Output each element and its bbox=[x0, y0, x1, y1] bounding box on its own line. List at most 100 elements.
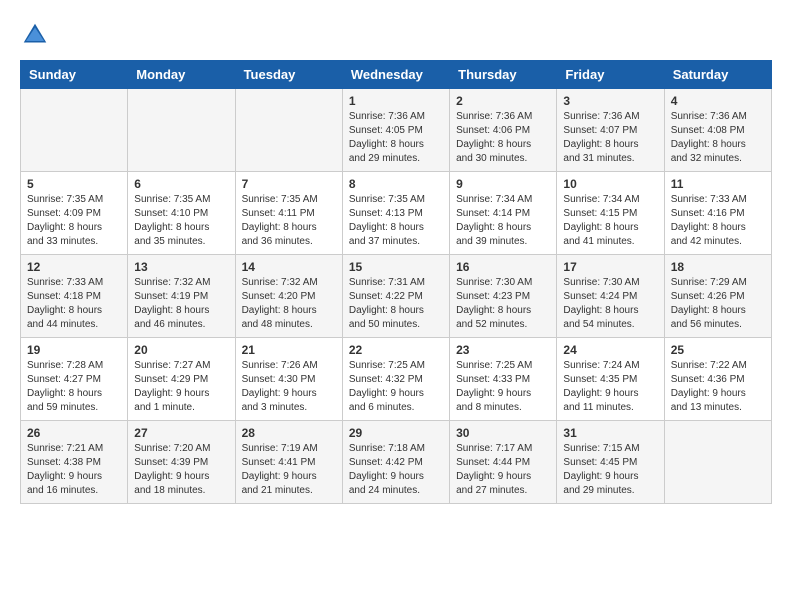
day-number: 9 bbox=[456, 177, 550, 191]
day-number: 17 bbox=[563, 260, 657, 274]
calendar-week-1: 1Sunrise: 7:36 AM Sunset: 4:05 PM Daylig… bbox=[21, 89, 772, 172]
calendar-cell bbox=[235, 89, 342, 172]
calendar-cell: 17Sunrise: 7:30 AM Sunset: 4:24 PM Dayli… bbox=[557, 255, 664, 338]
weekday-header-wednesday: Wednesday bbox=[342, 61, 449, 89]
day-number: 27 bbox=[134, 426, 228, 440]
day-number: 7 bbox=[242, 177, 336, 191]
day-number: 15 bbox=[349, 260, 443, 274]
calendar-cell: 19 Sunrise: 7:28 AM Sunset: 4:27 PM Dayli… bbox=[21, 338, 128, 421]
weekday-header-friday: Friday bbox=[557, 61, 664, 89]
weekday-header-monday: Monday bbox=[128, 61, 235, 89]
day-info: Sunrise: 7:33 AM Sunset: 4:16 PM Dayligh… bbox=[671, 193, 765, 249]
day-number: 21 bbox=[242, 343, 336, 357]
day-info: Sunrise: 7:19 AM Sunset: 4:41 PM Dayligh… bbox=[242, 442, 336, 498]
day-info: Sunrise: 7:24 AM Sunset: 4:35 PM Dayligh… bbox=[563, 359, 657, 415]
day-info: Sunrise: 7:17 AM Sunset: 4:44 PM Dayligh… bbox=[456, 442, 550, 498]
weekday-header-saturday: Saturday bbox=[664, 61, 771, 89]
calendar-cell: 25Sunrise: 7:22 AM Sunset: 4:36 PM Dayli… bbox=[664, 338, 771, 421]
day-number: 1 bbox=[349, 94, 443, 108]
calendar-cell bbox=[21, 89, 128, 172]
day-info: Sunrise: 7:36 AM Sunset: 4:08 PM Dayligh… bbox=[671, 110, 765, 166]
calendar-cell: 8Sunrise: 7:35 AM Sunset: 4:13 PM Daylig… bbox=[342, 172, 449, 255]
day-number: 29 bbox=[349, 426, 443, 440]
day-number: 8 bbox=[349, 177, 443, 191]
calendar-cell: 31 Sunrise: 7:15 AM Sunset: 4:45 PM Dayli… bbox=[557, 421, 664, 504]
calendar-cell: 10 Sunrise: 7:34 AM Sunset: 4:15 PM Dayli… bbox=[557, 172, 664, 255]
day-info: Sunrise: 7:31 AM Sunset: 4:22 PM Dayligh… bbox=[349, 276, 443, 332]
day-number: 19 bbox=[27, 343, 121, 357]
day-info: Sunrise: 7:21 AM Sunset: 4:38 PM Dayligh… bbox=[27, 442, 121, 498]
calendar-cell: 13Sunrise: 7:32 AM Sunset: 4:19 PM Dayli… bbox=[128, 255, 235, 338]
day-number: 11 bbox=[671, 177, 765, 191]
calendar-cell: 5Sunrise: 7:35 AM Sunset: 4:09 PM Daylig… bbox=[21, 172, 128, 255]
day-info: Sunrise: 7:36 AM Sunset: 4:07 PM Dayligh… bbox=[563, 110, 657, 166]
calendar-cell: 20Sunrise: 7:27 AM Sunset: 4:29 PM Dayli… bbox=[128, 338, 235, 421]
calendar-cell: 21 Sunrise: 7:26 AM Sunset: 4:30 PM Dayli… bbox=[235, 338, 342, 421]
page-header bbox=[20, 20, 772, 50]
day-info: Sunrise: 7:25 AM Sunset: 4:32 PM Dayligh… bbox=[349, 359, 443, 415]
day-info: Sunrise: 7:33 AM Sunset: 4:18 PM Dayligh… bbox=[27, 276, 121, 332]
day-number: 26 bbox=[27, 426, 121, 440]
day-info: Sunrise: 7:32 AM Sunset: 4:20 PM Dayligh… bbox=[242, 276, 336, 332]
day-number: 25 bbox=[671, 343, 765, 357]
day-number: 22 bbox=[349, 343, 443, 357]
day-number: 28 bbox=[242, 426, 336, 440]
calendar-cell: 15 Sunrise: 7:31 AM Sunset: 4:22 PM Dayli… bbox=[342, 255, 449, 338]
calendar-table: SundayMondayTuesdayWednesdayThursdayFrid… bbox=[20, 60, 772, 504]
day-number: 12 bbox=[27, 260, 121, 274]
day-info: Sunrise: 7:34 AM Sunset: 4:15 PM Dayligh… bbox=[563, 193, 657, 249]
calendar-cell: 7 Sunrise: 7:35 AM Sunset: 4:11 PM Daylig… bbox=[235, 172, 342, 255]
day-info: Sunrise: 7:26 AM Sunset: 4:30 PM Dayligh… bbox=[242, 359, 336, 415]
day-number: 31 bbox=[563, 426, 657, 440]
day-number: 10 bbox=[563, 177, 657, 191]
calendar-cell: 4Sunrise: 7:36 AM Sunset: 4:08 PM Daylig… bbox=[664, 89, 771, 172]
calendar-cell bbox=[664, 421, 771, 504]
day-number: 3 bbox=[563, 94, 657, 108]
calendar-cell: 18 Sunrise: 7:29 AM Sunset: 4:26 PM Dayli… bbox=[664, 255, 771, 338]
calendar-cell: 16 Sunrise: 7:30 AM Sunset: 4:23 PM Dayli… bbox=[450, 255, 557, 338]
calendar-cell: 2Sunrise: 7:36 AM Sunset: 4:06 PM Daylig… bbox=[450, 89, 557, 172]
calendar-cell: 23 Sunrise: 7:25 AM Sunset: 4:33 PM Dayli… bbox=[450, 338, 557, 421]
calendar-cell: 28 Sunrise: 7:19 AM Sunset: 4:41 PM Dayli… bbox=[235, 421, 342, 504]
weekday-header-tuesday: Tuesday bbox=[235, 61, 342, 89]
calendar-cell: 22 Sunrise: 7:25 AM Sunset: 4:32 PM Dayli… bbox=[342, 338, 449, 421]
weekday-header-thursday: Thursday bbox=[450, 61, 557, 89]
day-info: Sunrise: 7:29 AM Sunset: 4:26 PM Dayligh… bbox=[671, 276, 765, 332]
day-info: Sunrise: 7:15 AM Sunset: 4:45 PM Dayligh… bbox=[563, 442, 657, 498]
calendar-cell: 24Sunrise: 7:24 AM Sunset: 4:35 PM Dayli… bbox=[557, 338, 664, 421]
calendar-header: SundayMondayTuesdayWednesdayThursdayFrid… bbox=[21, 61, 772, 89]
calendar-cell: 3 Sunrise: 7:36 AM Sunset: 4:07 PM Daylig… bbox=[557, 89, 664, 172]
calendar-cell: 12 Sunrise: 7:33 AM Sunset: 4:18 PM Dayli… bbox=[21, 255, 128, 338]
day-number: 30 bbox=[456, 426, 550, 440]
day-number: 18 bbox=[671, 260, 765, 274]
day-number: 14 bbox=[242, 260, 336, 274]
calendar-body: 1Sunrise: 7:36 AM Sunset: 4:05 PM Daylig… bbox=[21, 89, 772, 504]
weekday-header-row: SundayMondayTuesdayWednesdayThursdayFrid… bbox=[21, 61, 772, 89]
day-info: Sunrise: 7:34 AM Sunset: 4:14 PM Dayligh… bbox=[456, 193, 550, 249]
day-info: Sunrise: 7:36 AM Sunset: 4:06 PM Dayligh… bbox=[456, 110, 550, 166]
day-number: 16 bbox=[456, 260, 550, 274]
calendar-cell: 1Sunrise: 7:36 AM Sunset: 4:05 PM Daylig… bbox=[342, 89, 449, 172]
calendar-cell: 9 Sunrise: 7:34 AM Sunset: 4:14 PM Daylig… bbox=[450, 172, 557, 255]
day-number: 5 bbox=[27, 177, 121, 191]
day-number: 6 bbox=[134, 177, 228, 191]
calendar-cell: 27Sunrise: 7:20 AM Sunset: 4:39 PM Dayli… bbox=[128, 421, 235, 504]
calendar-cell: 29 Sunrise: 7:18 AM Sunset: 4:42 PM Dayli… bbox=[342, 421, 449, 504]
day-info: Sunrise: 7:27 AM Sunset: 4:29 PM Dayligh… bbox=[134, 359, 228, 415]
day-number: 23 bbox=[456, 343, 550, 357]
logo bbox=[20, 20, 54, 50]
calendar-week-2: 5Sunrise: 7:35 AM Sunset: 4:09 PM Daylig… bbox=[21, 172, 772, 255]
day-info: Sunrise: 7:32 AM Sunset: 4:19 PM Dayligh… bbox=[134, 276, 228, 332]
logo-icon bbox=[20, 20, 50, 50]
day-info: Sunrise: 7:28 AM Sunset: 4:27 PM Dayligh… bbox=[27, 359, 121, 415]
calendar-cell bbox=[128, 89, 235, 172]
day-info: Sunrise: 7:25 AM Sunset: 4:33 PM Dayligh… bbox=[456, 359, 550, 415]
day-info: Sunrise: 7:35 AM Sunset: 4:10 PM Dayligh… bbox=[134, 193, 228, 249]
calendar-week-3: 12 Sunrise: 7:33 AM Sunset: 4:18 PM Dayli… bbox=[21, 255, 772, 338]
calendar-cell: 6 Sunrise: 7:35 AM Sunset: 4:10 PM Daylig… bbox=[128, 172, 235, 255]
day-info: Sunrise: 7:18 AM Sunset: 4:42 PM Dayligh… bbox=[349, 442, 443, 498]
day-info: Sunrise: 7:35 AM Sunset: 4:11 PM Dayligh… bbox=[242, 193, 336, 249]
day-info: Sunrise: 7:30 AM Sunset: 4:23 PM Dayligh… bbox=[456, 276, 550, 332]
weekday-header-sunday: Sunday bbox=[21, 61, 128, 89]
calendar-cell: 14 Sunrise: 7:32 AM Sunset: 4:20 PM Dayli… bbox=[235, 255, 342, 338]
